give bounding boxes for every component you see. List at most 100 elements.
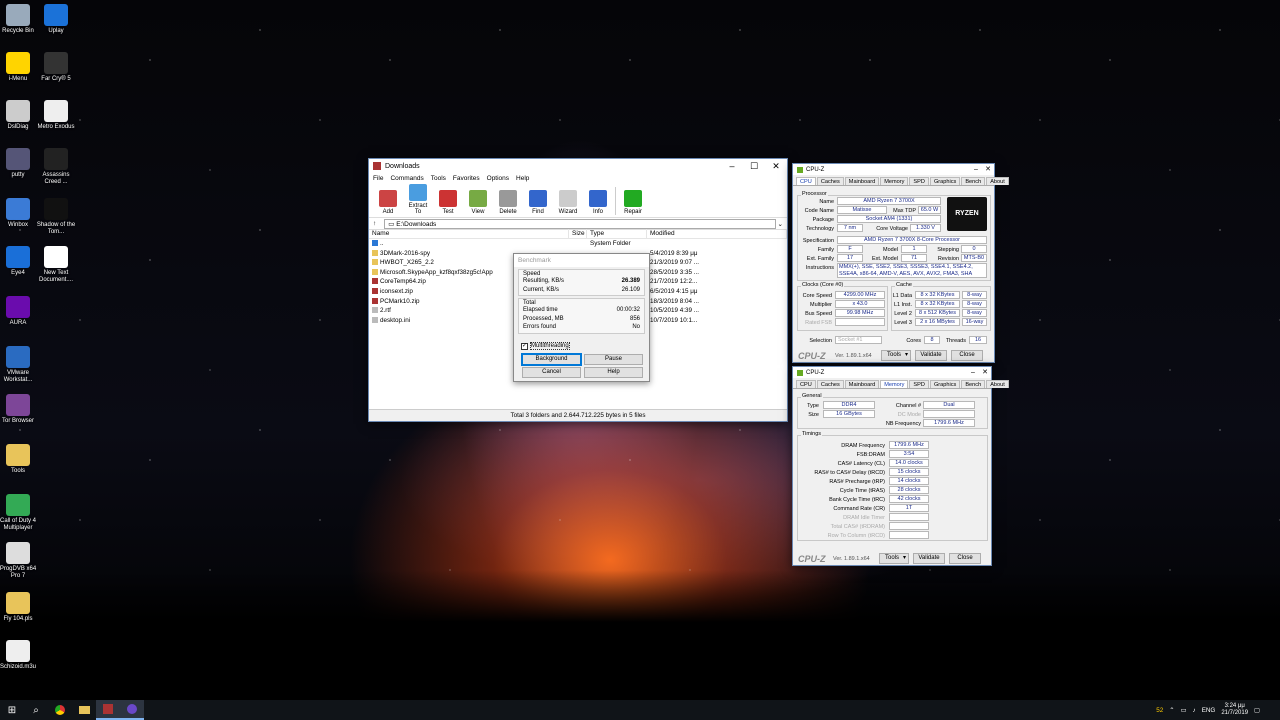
- file-name: iconsext.zip: [380, 287, 413, 295]
- desktop-icon[interactable]: Metro Exodus: [34, 100, 78, 131]
- instructions-label: Instructions: [805, 265, 834, 271]
- wizard-button[interactable]: Wizard: [555, 190, 581, 215]
- tab-mainboard[interactable]: Mainboard: [844, 177, 880, 185]
- minimize-icon[interactable]: –: [721, 159, 743, 173]
- menu-file[interactable]: File: [373, 175, 383, 182]
- chevron-down-icon[interactable]: ⌄: [778, 220, 783, 228]
- tab-caches[interactable]: Caches: [816, 177, 844, 185]
- tab-about[interactable]: About: [986, 177, 1009, 185]
- tab-spd[interactable]: SPD: [909, 380, 929, 388]
- find-button[interactable]: Find: [525, 190, 551, 215]
- desktop-icon[interactable]: AURA: [0, 296, 40, 327]
- delete-button[interactable]: Delete: [495, 190, 521, 215]
- tab-memory[interactable]: Memory: [880, 177, 909, 185]
- windows-start-icon[interactable]: ⊞: [0, 700, 24, 720]
- winrar-taskbar-icon[interactable]: [96, 700, 120, 720]
- threads-label: Threads: [945, 338, 966, 344]
- desktop-icon[interactable]: Assassins Creed ...: [34, 148, 78, 186]
- desktop-icon[interactable]: ProgDVB x64 Pro 7: [0, 542, 40, 580]
- tab-spd[interactable]: SPD: [909, 177, 929, 185]
- notification-icon[interactable]: ▢: [1254, 707, 1260, 714]
- cancel-button[interactable]: Cancel: [522, 367, 581, 378]
- minimize-icon[interactable]: –: [970, 164, 982, 175]
- chrome-icon[interactable]: [48, 700, 72, 720]
- tab-graphics[interactable]: Graphics: [929, 380, 961, 388]
- volume-icon[interactable]: ♪: [1193, 707, 1196, 714]
- tools-label: Tools: [885, 555, 900, 561]
- close-button[interactable]: Close: [951, 350, 983, 361]
- cr-value: 1T: [889, 504, 929, 512]
- network-icon[interactable]: ▭: [1181, 707, 1187, 714]
- cpuz-taskbar-icon[interactable]: [120, 700, 144, 720]
- file-row[interactable]: .. System Folder: [369, 239, 787, 249]
- col-name[interactable]: Name: [369, 229, 569, 238]
- search-icon[interactable]: ⌕: [24, 700, 48, 720]
- tab-cpu[interactable]: CPU: [796, 177, 816, 185]
- close-icon[interactable]: ✕: [979, 367, 991, 378]
- test-button[interactable]: Test: [435, 190, 461, 215]
- desktop-icon[interactable]: Tools: [0, 444, 40, 475]
- tab-about[interactable]: About: [986, 380, 1009, 388]
- maximize-icon[interactable]: ☐: [743, 159, 765, 173]
- close-button[interactable]: Close: [949, 553, 981, 564]
- up-arrow-icon[interactable]: ↑: [373, 220, 376, 227]
- spec-value: AMD Ryzen 7 3700X 8-Core Processor: [837, 236, 987, 244]
- minimize-icon[interactable]: –: [967, 367, 979, 378]
- tab-bench[interactable]: Bench: [961, 177, 986, 185]
- add-button[interactable]: Add: [375, 190, 401, 215]
- desktop-icon[interactable]: Schizoid.m3u: [0, 640, 40, 671]
- extract-to-button[interactable]: Extract To: [405, 184, 431, 215]
- tab-graphics[interactable]: Graphics: [929, 177, 961, 185]
- menu-favorites[interactable]: Favorites: [453, 175, 480, 182]
- close-icon[interactable]: ✕: [765, 159, 787, 173]
- repair-button[interactable]: Repair: [620, 190, 646, 215]
- shortcut-icon: [44, 100, 68, 122]
- desktop-icon[interactable]: VMware Workstat...: [0, 346, 40, 384]
- menu-commands[interactable]: Commands: [390, 175, 423, 182]
- tray-counter[interactable]: 52: [1156, 707, 1163, 714]
- desktop-icon[interactable]: Fly 104.pls: [0, 592, 40, 623]
- selection-dropdown[interactable]: Socket #1: [835, 336, 882, 344]
- menu-options[interactable]: Options: [487, 175, 509, 182]
- tray-chevron-icon[interactable]: ⌃: [1169, 707, 1174, 714]
- info-button[interactable]: Info: [585, 190, 611, 215]
- desktop-icon[interactable]: Far Cry® 5: [34, 52, 78, 83]
- tools-button[interactable]: Tools ▾: [879, 553, 909, 564]
- winrar-titlebar[interactable]: Downloads – ☐ ✕: [369, 159, 787, 173]
- validate-button[interactable]: Validate: [913, 553, 945, 564]
- validate-button[interactable]: Validate: [915, 350, 947, 361]
- language-indicator[interactable]: ENG: [1202, 707, 1216, 714]
- cpuz-titlebar[interactable]: CPU-Z – ✕: [793, 367, 991, 378]
- status-text: Total 3 folders and 2.644.712.225 bytes …: [510, 412, 646, 419]
- address-field[interactable]: ▭ E:\Downloads: [384, 218, 776, 229]
- tools-button[interactable]: Tools ▾: [881, 350, 911, 361]
- tab-cpu[interactable]: CPU: [796, 380, 816, 388]
- tab-bench[interactable]: Bench: [961, 380, 986, 388]
- menu-help[interactable]: Help: [516, 175, 529, 182]
- close-icon[interactable]: ✕: [982, 164, 994, 175]
- desktop-icon[interactable]: Tor Browser: [0, 394, 40, 425]
- help-button[interactable]: Help: [584, 367, 643, 378]
- col-size[interactable]: Size: [569, 229, 587, 238]
- checkbox-icon[interactable]: ✓: [521, 342, 528, 350]
- col-modified[interactable]: Modified: [647, 229, 787, 238]
- desktop-icon[interactable]: New Text Document....: [34, 246, 78, 284]
- desktop-icon[interactable]: Call of Duty 4 Multiplayer: [0, 494, 40, 532]
- col-type[interactable]: Type: [587, 229, 647, 238]
- pause-button[interactable]: Pause: [584, 354, 643, 365]
- tab-memory[interactable]: Memory: [880, 380, 909, 388]
- cpuz-version: Ver. 1.89.1.x64: [833, 556, 870, 562]
- clock[interactable]: 3:24 μμ 21/7/2019: [1221, 703, 1248, 717]
- menu-tools[interactable]: Tools: [431, 175, 446, 182]
- tab-mainboard[interactable]: Mainboard: [844, 380, 880, 388]
- l1data-way: 8-way: [962, 291, 987, 299]
- tab-caches[interactable]: Caches: [816, 380, 844, 388]
- background-button[interactable]: Background: [521, 353, 582, 366]
- view-button[interactable]: View: [465, 190, 491, 215]
- desktop-icon[interactable]: Shadow of the Tom...: [34, 198, 78, 236]
- multithreading-checkbox[interactable]: ✓ Multithreading: [521, 342, 570, 350]
- cpuz-titlebar[interactable]: CPU-Z – ✕: [793, 164, 994, 175]
- desktop-icon[interactable]: Uplay: [34, 4, 78, 35]
- file-explorer-icon[interactable]: [72, 700, 96, 720]
- toolbar-label: Wizard: [558, 209, 578, 215]
